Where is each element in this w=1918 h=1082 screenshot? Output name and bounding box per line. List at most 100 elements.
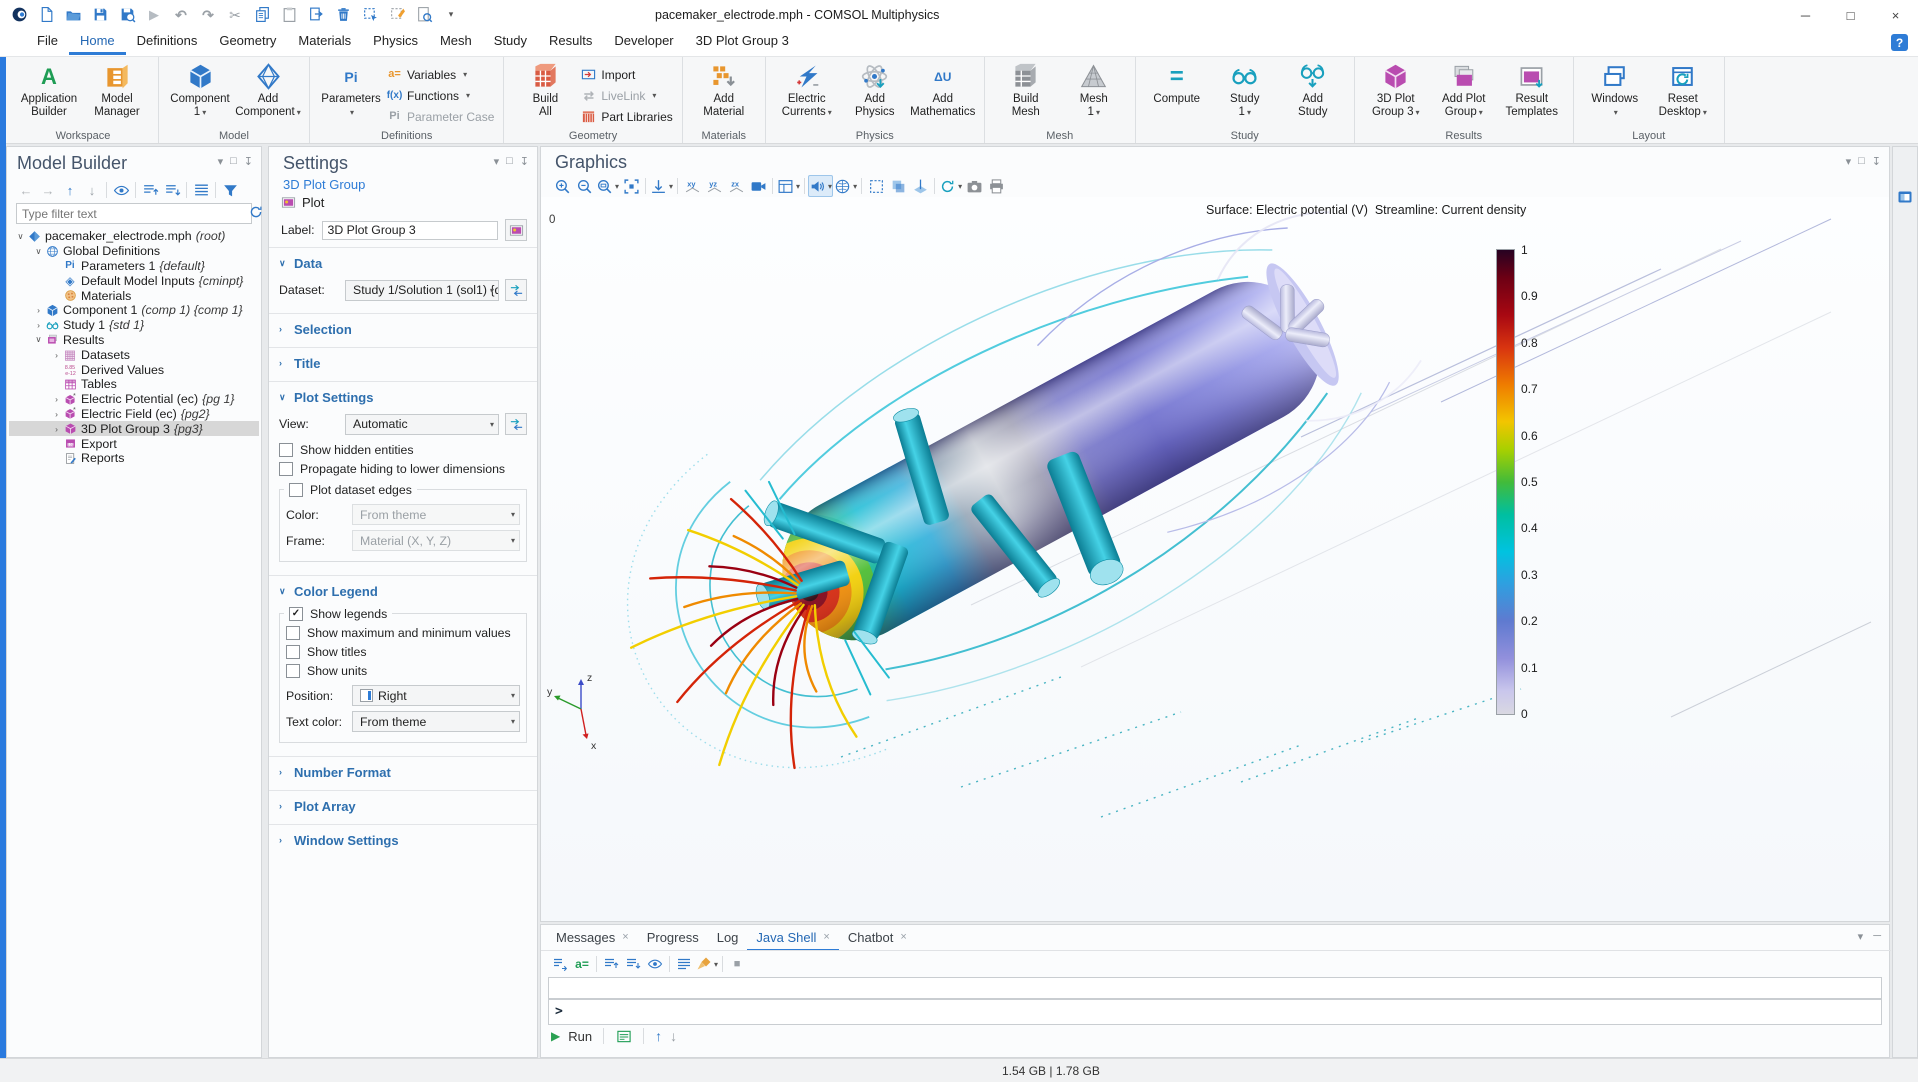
show-all-eye-button[interactable] [644, 953, 666, 975]
menu-item-home[interactable]: Home [69, 30, 126, 55]
menu-item-results[interactable]: Results [538, 30, 603, 55]
zoom-out-button[interactable] [573, 175, 595, 197]
tree-item-default-model-inputs[interactable]: ◈Default Model Inputs{cminpt} [9, 273, 259, 288]
ribbon-button-application-builder[interactable]: AApplicationBuilder [16, 61, 82, 119]
go-to-source-button[interactable] [505, 279, 527, 301]
play-button[interactable]: ▶ [143, 3, 165, 26]
select-view[interactable]: Automatic [345, 414, 499, 435]
run-play-icon[interactable]: ▶ [551, 1029, 560, 1043]
line-numbers-button[interactable] [673, 953, 695, 975]
goto-node-button[interactable] [549, 953, 571, 975]
tree-item-3d-plot-group-3[interactable]: ›3D Plot Group 3{pg3} [9, 421, 259, 436]
tree-item-pacemaker-electrode-mph[interactable]: ∨pacemaker_electrode.mph(root) [9, 229, 259, 244]
plot-viewport[interactable]: 0zyx [541, 197, 1889, 921]
section-header-data[interactable]: ∨Data [279, 252, 527, 274]
zoom-extents-button[interactable] [620, 175, 642, 197]
expand-list-button[interactable] [600, 953, 622, 975]
open-button[interactable] [62, 3, 84, 26]
model-tree-nodes-button[interactable] [190, 179, 212, 201]
plot-button[interactable]: Plot [281, 195, 324, 210]
go-to-default-view-button[interactable]: ▾ [649, 175, 674, 197]
tree-expander-icon[interactable]: ∨ [15, 231, 26, 242]
view-yz-button[interactable]: yz [703, 175, 725, 197]
tree-item-component-1[interactable]: ›Component 1(comp 1) {comp 1} [9, 303, 259, 318]
ribbon-button-parameters-[interactable]: PiParameters▾ [318, 61, 384, 119]
tree-expander-icon[interactable]: ∨ [33, 334, 44, 345]
collapse-tree-button[interactable] [139, 179, 161, 201]
panel-controls[interactable]: ▾□↧ [218, 155, 253, 168]
tree-expander-icon[interactable]: › [51, 350, 62, 360]
tree-item-parameters-1[interactable]: PiParameters 1{default} [9, 259, 259, 274]
delete-button[interactable] [332, 3, 354, 26]
print-button[interactable] [985, 175, 1007, 197]
cut-button[interactable]: ✂ [224, 3, 246, 26]
label-input[interactable] [322, 221, 498, 240]
tab-java-shell[interactable]: Java Shell× [747, 925, 838, 951]
checkbox-unchecked[interactable] [286, 626, 300, 640]
section-header-title[interactable]: ›Title [279, 352, 527, 374]
panel-pin-icon[interactable]: ↧ [244, 155, 253, 168]
update-plot-button[interactable]: ▾ [938, 175, 963, 197]
history-up-icon[interactable]: ↑ [655, 1028, 662, 1044]
tab-chatbot[interactable]: Chatbot× [839, 925, 916, 951]
ribbon-button-part-libraries[interactable]: Part Libraries [581, 107, 672, 126]
tab-close-icon[interactable]: × [622, 931, 628, 943]
stop-button[interactable]: ■ [726, 953, 748, 975]
ribbon-button-variables[interactable]: a=Variables▾ [387, 65, 494, 84]
menu-item-geometry[interactable]: Geometry [208, 30, 287, 55]
checkbox-unchecked[interactable] [279, 443, 293, 457]
menu-item-3d-plot-group-3[interactable]: 3D Plot Group 3 [685, 30, 800, 55]
select-region-button[interactable] [359, 3, 381, 26]
show-eye-button[interactable] [110, 179, 132, 201]
section-header-color-legend[interactable]: ∨Color Legend [279, 580, 527, 602]
java-shell-console[interactable]: > [548, 999, 1882, 1025]
menu-item-materials[interactable]: Materials [287, 30, 362, 55]
ribbon-button-livelink[interactable]: ⇄LiveLink▾ [581, 86, 672, 105]
view-zx-button[interactable]: zx [725, 175, 747, 197]
duplicate-button[interactable] [305, 3, 327, 26]
maximize-button[interactable]: □ [1828, 0, 1873, 30]
ribbon-button-build-all[interactable]: BuildAll [512, 61, 578, 119]
ribbon-button-import[interactable]: Import [581, 65, 672, 84]
docked-panel-tab-icon[interactable] [1897, 189, 1913, 205]
dock-controls[interactable]: ▾─ [1858, 930, 1881, 943]
ribbon-button-compute[interactable]: =Compute [1144, 61, 1210, 106]
minimize-button[interactable]: ─ [1783, 0, 1828, 30]
tab-log[interactable]: Log [708, 925, 748, 951]
ribbon-button-parameter-case[interactable]: PiParameter Case [387, 107, 494, 126]
ribbon-button-reset-desktop[interactable]: ResetDesktop▾ [1650, 61, 1716, 119]
paste-button[interactable] [278, 3, 300, 26]
ribbon-button-model-manager[interactable]: ModelManager [84, 61, 150, 119]
save-search-button[interactable] [116, 3, 138, 26]
panel-menu-icon[interactable]: ▾ [1846, 155, 1852, 168]
clip-plane-button[interactable] [909, 175, 931, 197]
ribbon-button-add-plot-group[interactable]: Add PlotGroup▾ [1431, 61, 1497, 119]
nav-forward-button[interactable]: → [37, 179, 59, 201]
tree-expander-icon[interactable]: › [33, 320, 44, 330]
tree-item-results[interactable]: ∨Results [9, 333, 259, 348]
ribbon-button-build-mesh[interactable]: BuildMesh [993, 61, 1059, 119]
view-xy-button[interactable]: xy [681, 175, 703, 197]
clean-console-button[interactable]: ▾ [695, 953, 719, 975]
tree-item-global-definitions[interactable]: ∨Global Definitions [9, 244, 259, 259]
tree-item-datasets[interactable]: ›▦Datasets [9, 347, 259, 362]
checkbox-unchecked[interactable] [289, 483, 303, 497]
select-box-button[interactable] [865, 175, 887, 197]
checkbox-unchecked[interactable] [286, 645, 300, 659]
copy-button[interactable] [251, 3, 273, 26]
menu-item-physics[interactable]: Physics [362, 30, 429, 55]
panel-pin-icon[interactable]: ↧ [1872, 155, 1881, 168]
save-button[interactable] [89, 3, 111, 26]
undo-button[interactable]: ↶ [170, 3, 192, 26]
menu-item-study[interactable]: Study [483, 30, 538, 55]
find-button[interactable] [413, 3, 435, 26]
panel-pin-icon[interactable]: ↧ [520, 155, 529, 168]
collapse-list-button[interactable] [622, 953, 644, 975]
console-icon[interactable] [615, 1029, 632, 1044]
tree-item-export[interactable]: 101Export [9, 436, 259, 451]
ribbon-button-functions[interactable]: f(x)Functions▾ [387, 86, 494, 105]
section-header-plot-array[interactable]: ›Plot Array [279, 795, 527, 817]
tree-item-materials[interactable]: Materials [9, 288, 259, 303]
tab-messages[interactable]: Messages× [547, 925, 638, 951]
tree-expander-icon[interactable]: ∨ [33, 246, 44, 257]
